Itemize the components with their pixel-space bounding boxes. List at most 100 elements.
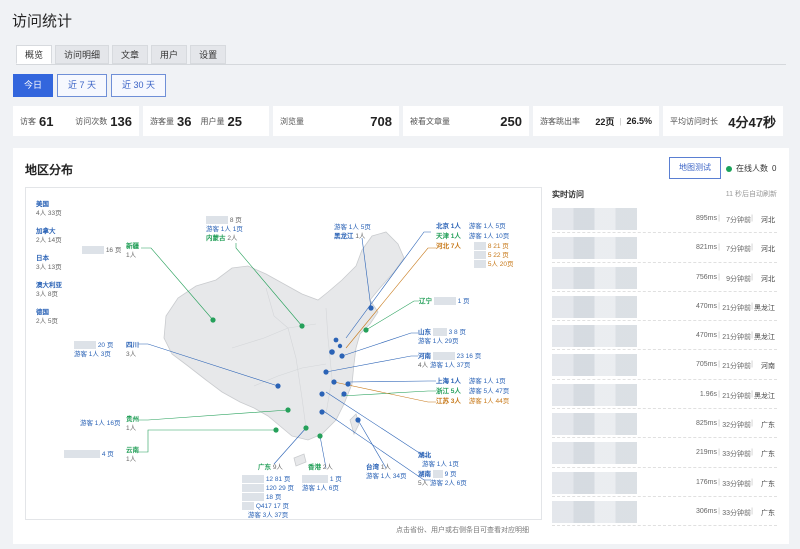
china-map[interactable]: 美国 4人 33页 加拿大 2人 14页 日本 3人 13页 澳大利亚 3人 8… bbox=[25, 187, 542, 520]
label-beijing[interactable]: 北京 1人 游客 1人 5页 bbox=[436, 222, 506, 231]
realtime-latency: 1.96s bbox=[699, 390, 717, 398]
realtime-latency: 219ms bbox=[695, 449, 717, 457]
realtime-region: 河北 bbox=[761, 246, 775, 254]
realtime-sep: | bbox=[718, 244, 720, 252]
dot-shandong bbox=[339, 353, 345, 359]
visitors-label: 访客 bbox=[20, 116, 36, 126]
bounce-card[interactable]: 游客跳出率 22页 | 26.5% bbox=[533, 106, 659, 136]
avg-label: 平均访问时长 bbox=[670, 116, 718, 126]
realtime-region: 黑龙江 bbox=[754, 334, 775, 342]
label-sichuan-detail[interactable]: 20 页 游客 1人 3页 bbox=[74, 341, 113, 359]
label-tianjin[interactable]: 天津 1人 游客 1人 10页 bbox=[436, 232, 509, 241]
realtime-row[interactable]: 821ms | 7分钟前 | 河北 bbox=[552, 233, 777, 263]
taiwan-outline[interactable] bbox=[349, 413, 360, 436]
label-hebei[interactable]: 河北 7人 bbox=[436, 242, 461, 251]
china-outline[interactable] bbox=[163, 231, 405, 441]
tab-overview[interactable]: 概览 bbox=[16, 45, 53, 64]
visits-value: 136 bbox=[110, 113, 132, 129]
realtime-list: 895ms | 7分钟前 | 河北 821ms | 7分钟前 | 河北 756ms | 9分钟前 | 河北 4… bbox=[552, 204, 777, 527]
label-sichuan[interactable]: 四川 3人 bbox=[126, 341, 139, 359]
label-heilongjiang[interactable]: 游客 1人 5页 黑龙江 1人 bbox=[334, 223, 371, 241]
dot-xianggang bbox=[317, 433, 323, 439]
realtime-sep: | bbox=[751, 215, 753, 222]
leader-yunnan bbox=[138, 429, 276, 453]
label-jiangsu[interactable]: 江苏 3人 游客 1人 44页 bbox=[436, 397, 509, 406]
range-30-days-button[interactable]: 近 30 天 bbox=[111, 74, 167, 97]
label-yunnan[interactable]: 云南 1人 bbox=[126, 446, 139, 464]
realtime-row[interactable]: 705ms | 21分钟前 | 河南 bbox=[552, 350, 777, 380]
realtime-latency: 176ms bbox=[695, 478, 717, 486]
realtime-sep: | bbox=[718, 332, 720, 340]
views-card[interactable]: 浏览量 708 bbox=[273, 106, 399, 136]
region-panel: 地区分布 地图测试 在线人数 0 美国 4人 33页 加拿大 2人 14页 日本… bbox=[13, 148, 789, 544]
label-guangdong-detail[interactable]: 12 81 页 120 29 页 18 页 Q417 17 页 游客 3人 37… bbox=[242, 475, 294, 520]
range-today-button[interactable]: 今日 bbox=[13, 74, 54, 97]
tab-settings[interactable]: 设置 bbox=[190, 45, 227, 64]
foreign-item-canada[interactable]: 加拿大 2人 14页 bbox=[36, 227, 62, 245]
label-hebei-detail[interactable]: 8 21 页 5 22 页 5人 20页 bbox=[474, 242, 513, 269]
label-zhejiang[interactable]: 浙江 5人 游客 5人 47页 bbox=[436, 387, 509, 396]
range-7-days-button[interactable]: 近 7 天 bbox=[57, 74, 108, 97]
label-shandong[interactable]: 山东 3 8 页 游客 1人 29页 bbox=[418, 328, 466, 346]
dot-taiwan bbox=[355, 417, 361, 423]
realtime-region: 河南 bbox=[761, 363, 775, 371]
realtime-sep: | bbox=[718, 361, 720, 369]
online-dot-icon bbox=[726, 165, 732, 172]
visitors-card[interactable]: 访客 61 访问次数 136 bbox=[13, 106, 139, 136]
realtime-row[interactable]: 470ms | 21分钟前 | 黑龙江 bbox=[552, 292, 777, 322]
label-xianggang[interactable]: 香港 2人 bbox=[308, 463, 333, 472]
dot-guangdong bbox=[303, 425, 309, 431]
foreign-item-australia[interactable]: 澳大利亚 3人 8页 bbox=[36, 281, 62, 299]
bounce-label: 游客跳出率 bbox=[540, 116, 580, 126]
label-yunnan-detail[interactable]: 4 页 bbox=[64, 450, 114, 459]
label-neimenggu[interactable]: 8 页 游客 1人 1页 内蒙古 2人 bbox=[206, 216, 243, 243]
label-shanghai[interactable]: 上海 1人 游客 1人 1页 bbox=[436, 377, 506, 386]
realtime-row[interactable]: 1.96s | 21分钟前 | 黑龙江 bbox=[552, 380, 777, 410]
realtime-row[interactable]: 176ms | 33分钟前 | 广东 bbox=[552, 468, 777, 497]
foreign-item-japan[interactable]: 日本 3人 13页 bbox=[36, 254, 62, 272]
realtime-row[interactable]: 895ms | 7分钟前 | 河北 bbox=[552, 204, 777, 234]
guests-users-card[interactable]: 游客量 36 用户量 25 bbox=[143, 106, 269, 136]
label-guangdong[interactable]: 广东 9人 bbox=[258, 463, 283, 472]
label-guizhou-detail[interactable]: 游客 1人 16页 bbox=[80, 419, 120, 428]
realtime-row[interactable]: 470ms | 21分钟前 | 黑龙江 bbox=[552, 321, 777, 351]
realtime-row[interactable]: 756ms | 9分钟前 | 河北 bbox=[552, 263, 777, 292]
realtime-latency: 895ms bbox=[695, 215, 717, 222]
label-xianggang-detail[interactable]: 1 页 游客 1人 6页 bbox=[302, 475, 342, 493]
views-value: 708 bbox=[370, 113, 392, 129]
tab-users[interactable]: 用户 bbox=[151, 45, 188, 64]
leader-taiwan bbox=[357, 419, 387, 469]
realtime-time-ago: 21分钟前 bbox=[722, 363, 751, 371]
articles-card[interactable]: 被看文章量 250 bbox=[403, 106, 529, 136]
realtime-region: 广东 bbox=[761, 422, 775, 430]
label-liaoning[interactable]: 辽宁 1 页 bbox=[419, 297, 470, 306]
avg-duration-card[interactable]: 平均访问时长 4分47秒 bbox=[663, 106, 783, 136]
label-guizhou[interactable]: 贵州 1人 bbox=[126, 415, 139, 433]
realtime-sep: | bbox=[718, 449, 720, 457]
realtime-region: 河北 bbox=[761, 275, 775, 283]
realtime-header: 实时访问 11 秒后自动刷新 bbox=[552, 187, 777, 200]
realtime-row[interactable]: 825ms | 32分钟前 | 广东 bbox=[552, 409, 777, 439]
range-selector: 今日 近 7 天 近 30 天 bbox=[13, 74, 167, 97]
label-hunan[interactable]: 湖南 9 页 5人 游客 2人 6页 bbox=[418, 470, 467, 488]
tab-articles[interactable]: 文章 bbox=[112, 45, 149, 64]
dot-tianjin bbox=[337, 343, 343, 349]
guests-value: 36 bbox=[177, 113, 192, 129]
articles-label: 被看文章量 bbox=[410, 116, 450, 126]
label-xinjiang[interactable]: 新疆 1人 bbox=[126, 242, 139, 260]
realtime-row[interactable]: 219ms | 33分钟前 | 广东 bbox=[552, 438, 777, 468]
tab-visit-detail[interactable]: 访问明细 bbox=[55, 45, 110, 64]
label-henan[interactable]: 河南 23 16 页 4人 游客 1人 37页 bbox=[418, 352, 481, 370]
label-taiwan[interactable]: 台湾 1人 游客 1人 34页 bbox=[366, 463, 406, 481]
map-test-button[interactable]: 地图测试 bbox=[669, 157, 721, 179]
visits-label: 访问次数 bbox=[75, 116, 108, 126]
realtime-row[interactable]: 306ms | 33分钟前 | 广东 bbox=[552, 497, 777, 527]
hainan-outline[interactable] bbox=[293, 453, 307, 467]
foreign-item-germany[interactable]: 德国 2人 5页 bbox=[36, 308, 58, 326]
realtime-time-ago: 9分钟前 bbox=[726, 275, 751, 283]
label-hubei[interactable]: 湖北 游客 1人 1页 bbox=[418, 451, 459, 469]
realtime-sep: | bbox=[718, 478, 720, 486]
label-xinjiang-pages[interactable]: 16 页 bbox=[82, 246, 121, 255]
foreign-item-usa[interactable]: 美国 4人 33页 bbox=[36, 200, 62, 218]
realtime-time-ago: 32分钟前 bbox=[722, 422, 751, 430]
